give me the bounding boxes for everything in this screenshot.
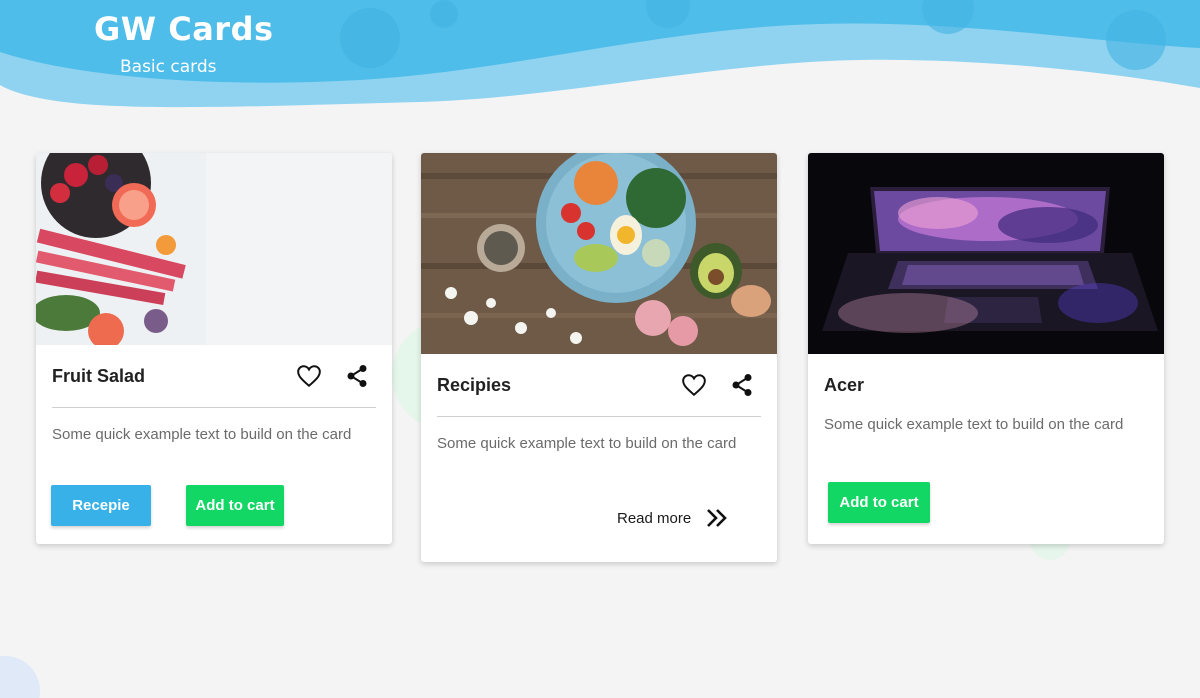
bg-circle-blue-bottom [0,656,40,698]
share-icon[interactable] [729,372,755,398]
share-icon[interactable] [344,363,370,389]
card-body: Acer Some quick example text to build on… [808,354,1164,434]
card-body: Fruit Salad Some quick example text to b… [36,345,392,443]
card-image-laptop [808,153,1164,354]
card-body: Recipies Some quick example text to buil… [421,354,777,452]
heart-icon[interactable] [681,372,707,398]
card-text: Some quick example text to build on the … [52,426,352,443]
add-to-cart-button[interactable]: Add to cart [828,482,930,523]
card-image-fruit [36,153,392,345]
card-header: Recipies [437,354,761,417]
card-recipies: Recipies Some quick example text to buil… [421,153,777,562]
card-title: Recipies [437,374,512,395]
card-acer: Acer Some quick example text to build on… [808,153,1164,544]
read-more-link[interactable]: Read more [617,507,729,529]
card-actions [296,363,376,389]
double-chevron-right-icon [707,509,728,527]
card-header: Acer [824,354,1148,416]
card-text: Some quick example text to build on the … [437,435,737,452]
heart-icon[interactable] [296,363,322,389]
add-to-cart-button[interactable]: Add to cart [186,485,284,526]
recepie-button[interactable]: Recepie [51,485,151,526]
page: GW Cards Basic cards Fruit Salad Some qu… [0,0,1200,698]
card-title: Acer [824,374,865,395]
read-more-label: Read more [617,509,692,527]
card-text: Some quick example text to build on the … [824,416,1124,433]
card-image-recipe [421,153,777,354]
app-subtitle: Basic cards [120,57,217,77]
card-fruit-salad: Fruit Salad Some quick example text to b… [36,153,392,544]
card-actions [681,372,761,398]
card-title: Fruit Salad [52,365,146,386]
app-title: GW Cards [94,10,274,48]
card-header: Fruit Salad [52,345,376,408]
